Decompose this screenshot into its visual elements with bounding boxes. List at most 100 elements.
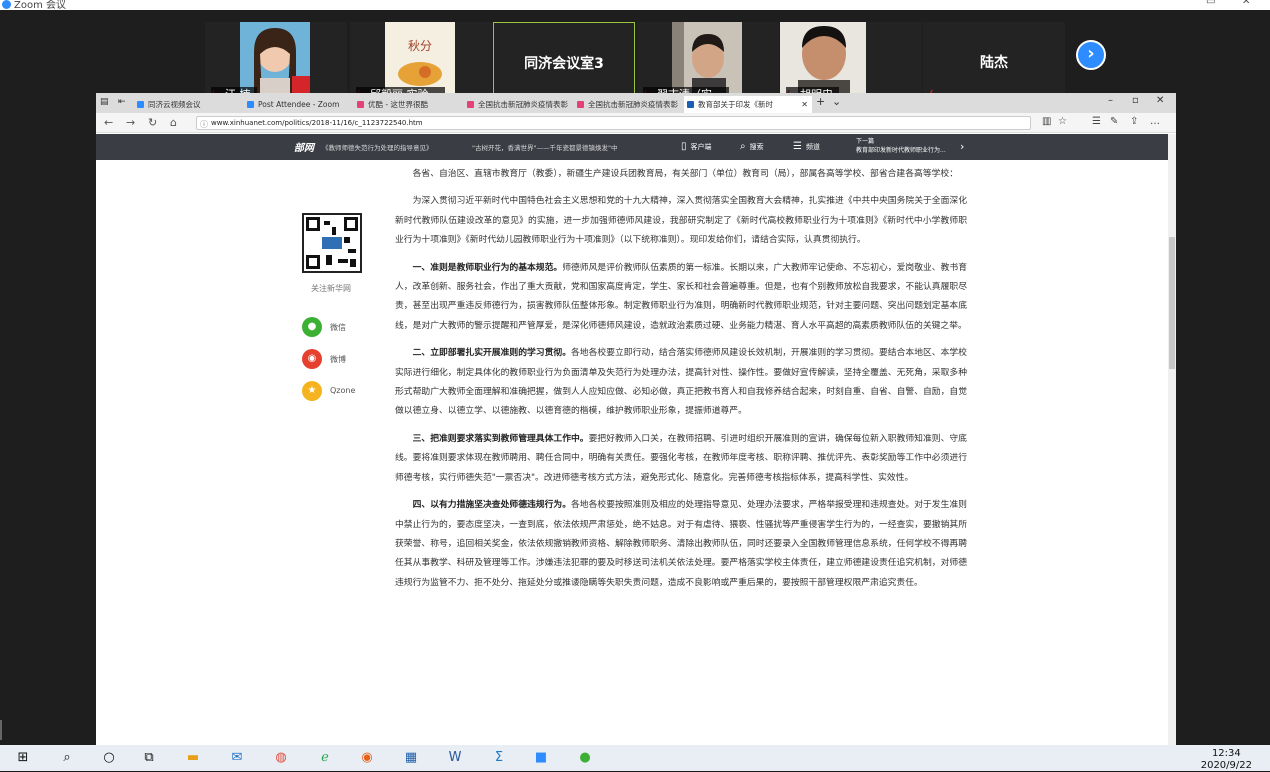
article-paragraph: 四、以有力措施坚决查处师德违规行为。各地各校要按照准则及相应的处理指导意见、处理… xyxy=(395,496,967,593)
zoom-logo-icon xyxy=(2,0,11,9)
edge-icon[interactable]: ℯ xyxy=(316,749,334,767)
address-bar: ← → ↻ ⌂ ⓘ www.xinhuanet.com/politics/201… xyxy=(96,113,1176,133)
browser-tab[interactable]: 全国抗击新冠肺炎疫情表彰 xyxy=(464,96,572,113)
tab-bar: ▤ ⇤ 同济云视频会议 Post Attendee - Zoom 优酷 - 这世… xyxy=(96,93,1176,113)
forward-icon[interactable]: → xyxy=(126,116,135,129)
section-text: 各地各校要按照准则及相应的处理指导意见、处理办法要求，严格举报受理和违规查处。对… xyxy=(395,500,967,588)
browser-tab[interactable]: Post Attendee - Zoom xyxy=(244,96,352,113)
share-weibo-button[interactable]: ◉ 微博 xyxy=(302,349,372,371)
site-nav-bar: 部网 《教师师德失范行为处理的指导意见》 "古树开花，香满世界"——千年瓷都景德… xyxy=(96,134,1168,160)
tab-favicon xyxy=(577,101,584,108)
chrome-icon[interactable]: ◍ xyxy=(272,749,290,767)
url-text: www.xinhuanet.com/politics/2018-11/16/c_… xyxy=(211,119,423,127)
back-icon[interactable]: ← xyxy=(104,116,113,129)
related-link[interactable]: "古树开花，香满世界"——千年瓷都景德镇焕发"中 xyxy=(472,142,617,152)
tab-favicon xyxy=(247,101,254,108)
reading-view-icon[interactable]: ▥ xyxy=(1042,116,1051,127)
url-input[interactable]: ⓘ www.xinhuanet.com/politics/2018-11/16/… xyxy=(196,116,1031,130)
firefox-icon[interactable]: ◉ xyxy=(358,749,376,767)
search-icon: ⌕ xyxy=(740,141,746,152)
qr-code xyxy=(302,213,362,273)
app-icon[interactable]: ▦ xyxy=(402,749,420,767)
participant-video xyxy=(780,22,866,94)
browser-tab[interactable]: 全国抗击新冠肺炎疫情表彰 xyxy=(574,96,682,113)
client-link[interactable]: ▯ 客户端 xyxy=(681,141,712,152)
tab-label: 同济云视频会议 xyxy=(148,100,201,109)
video-strip: ⁄ 江 楠 秋分 ⁄ 邱毅丽 实验... 同济会议室3 xyxy=(205,22,1105,102)
share-icon[interactable]: ⇪ xyxy=(1130,116,1138,127)
maximize-icon[interactable]: ▫ xyxy=(1132,95,1139,106)
wechat-app-icon[interactable]: ● xyxy=(576,749,594,767)
tab-back-icon[interactable]: ⇤ xyxy=(118,97,128,107)
article-paragraph: 二、立即部署扎实开展准则的学习贯彻。各地各校要立即行动，结合落实师德师风建设长效… xyxy=(395,344,967,422)
related-link[interactable]: 《教师师德失范行为处理的指导意见》 xyxy=(322,142,433,152)
share-label: 微博 xyxy=(330,355,346,364)
windows-start-icon[interactable]: ⊞ xyxy=(14,749,32,767)
tab-label: 优酷 - 这世界很酷 xyxy=(368,100,428,109)
info-icon: ⓘ xyxy=(200,120,208,129)
article-body: 各省、自治区、直辖市教育厅（教委），新疆生产建设兵团教育局，有关部门（单位）教育… xyxy=(395,165,967,601)
section-heading: 三、把准则要求落实到教师管理具体工作中。 xyxy=(412,433,589,444)
zoom-titlebar: Zoom 会议 ▭ ✕ xyxy=(0,0,1270,11)
word-icon[interactable]: W xyxy=(446,749,464,767)
search-link[interactable]: ⌕ 搜索 xyxy=(740,141,764,152)
participant-tile[interactable]: 陆杰 ⁄ xyxy=(923,22,1065,102)
share-wechat-button[interactable]: ● 微信 xyxy=(302,317,372,339)
participant-tile-active[interactable]: 同济会议室3 xyxy=(493,22,635,102)
next-article-link[interactable]: 下一篇 教育部印发新时代教师职业行为... xyxy=(856,137,946,155)
tab-favicon xyxy=(467,101,474,108)
browser-tab[interactable]: 优酷 - 这世界很酷 xyxy=(354,96,462,113)
more-icon[interactable]: … xyxy=(1150,116,1160,127)
next-label: 下一篇 xyxy=(856,138,875,145)
next-participants-button[interactable]: › xyxy=(1076,40,1106,70)
channel-link[interactable]: ☰ 频道 xyxy=(793,141,820,152)
close-icon[interactable]: ✕ xyxy=(1242,0,1250,7)
qzone-icon: ★ xyxy=(302,381,322,401)
share-qzone-button[interactable]: ★ Qzone xyxy=(302,381,372,403)
task-view-icon[interactable]: ⧉ xyxy=(140,749,158,767)
scrollbar[interactable] xyxy=(1168,134,1176,748)
favorite-icon[interactable]: ☆ xyxy=(1058,116,1067,127)
notes-icon[interactable]: ✎ xyxy=(1110,116,1118,127)
close-tab-icon[interactable]: ✕ xyxy=(801,96,808,113)
clock-date: 2020/9/22 xyxy=(1200,760,1252,771)
participant-name: 同济会议室3 xyxy=(524,56,604,72)
article-paragraph: 一、准则是教师职业行为的基本规范。师德师风是评价教师队伍素质的第一标准。长期以来… xyxy=(395,259,967,337)
browser-tab[interactable]: 同济云视频会议 xyxy=(134,96,242,113)
participant-tile[interactable]: ⁄ 翟志清（实... xyxy=(637,22,779,102)
section-heading: 四、以有力措施坚决查处师德违规行为。 xyxy=(412,500,571,511)
system-clock[interactable]: 12:34 2020/9/22 xyxy=(1201,748,1252,772)
follow-label: 关注新华网 xyxy=(311,284,351,293)
browser-tab-active[interactable]: 教育部关于印发《新时 ✕ xyxy=(684,96,812,113)
share-label: Qzone xyxy=(330,386,356,395)
tab-actions-icon[interactable]: ▤ xyxy=(100,97,110,107)
close-window-icon[interactable]: ✕ xyxy=(1156,95,1164,106)
sigma-app-icon[interactable]: Σ xyxy=(490,749,508,767)
participant-tile[interactable]: 秋分 ⁄ 邱毅丽 实验... xyxy=(350,22,492,102)
participant-tile[interactable]: ⁄ 江 楠 xyxy=(205,22,347,102)
chevron-right-icon[interactable]: › xyxy=(960,140,964,153)
refresh-icon[interactable]: ↻ xyxy=(148,116,157,129)
tab-label: 教育部关于印发《新时 xyxy=(698,100,773,109)
zoom-app-icon[interactable]: ■ xyxy=(532,749,550,767)
participant-video xyxy=(672,22,742,94)
home-icon[interactable]: ⌂ xyxy=(170,116,177,129)
cortana-icon[interactable]: ○ xyxy=(100,749,118,767)
tab-favicon xyxy=(687,101,694,108)
participant-name: 陆杰 xyxy=(980,55,1008,71)
tab-label: 全国抗击新冠肺炎疫情表彰 xyxy=(588,100,678,109)
search-icon[interactable]: ⌕ xyxy=(58,749,76,767)
file-explorer-icon[interactable]: ▬ xyxy=(184,749,202,767)
tab-favicon xyxy=(357,101,364,108)
channel-label: 频道 xyxy=(805,143,820,151)
minimize-icon[interactable]: – xyxy=(1108,95,1113,106)
new-tab-icon[interactable]: + xyxy=(816,95,825,108)
tab-list-icon[interactable]: ⌄ xyxy=(832,95,841,108)
restore-icon[interactable]: ▭ xyxy=(1206,0,1215,7)
site-logo[interactable]: 部网 xyxy=(294,139,314,154)
mail-icon[interactable]: ✉ xyxy=(228,749,246,767)
favorites-hub-icon[interactable]: ☰ xyxy=(1092,116,1101,127)
participant-tile[interactable]: ⁄ 胡明忠 xyxy=(780,22,922,102)
participant-avatar: 秋分 xyxy=(385,22,455,94)
scrollbar-thumb[interactable] xyxy=(1169,237,1175,369)
